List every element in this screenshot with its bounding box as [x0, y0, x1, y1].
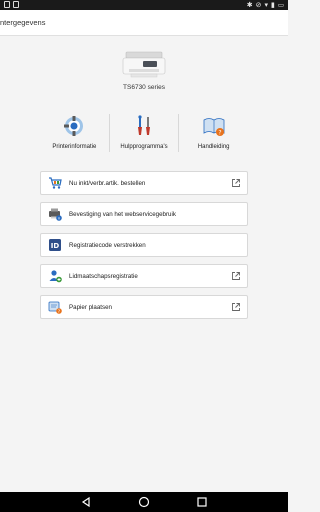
top-navigation: Printerinformatie Hulpprogramma's ? Hand… — [40, 112, 248, 154]
svg-text:?: ? — [218, 129, 221, 136]
load-paper-item[interactable]: ? Papier plaatsen — [40, 295, 248, 319]
external-link-icon — [232, 272, 240, 280]
tools-button[interactable]: Hulpprogramma's — [110, 112, 179, 154]
order-supplies-label: Nu inkt/verbr.artik. bestellen — [69, 179, 146, 187]
manual-icon: ? — [203, 118, 225, 136]
order-supplies-item[interactable]: Nu inkt/verbr.artik. bestellen — [40, 171, 248, 195]
wifi-icon: ▾ — [264, 1, 268, 9]
tools-label: Hulpprogramma's — [120, 144, 168, 150]
system-navigation-bar — [0, 492, 288, 512]
printer-info-icon — [64, 116, 84, 136]
bluetooth-icon: ✱ — [246, 1, 253, 9]
status-bar: ✱ ⊘ ▾ ▮ ▭ — [0, 0, 288, 10]
notification-icon — [4, 1, 10, 8]
mute-icon: ⊘ — [255, 1, 262, 9]
svg-text:ID: ID — [51, 242, 60, 250]
printer-info-button[interactable]: Printerinformatie — [40, 112, 109, 154]
shopping-cart-icon — [49, 177, 62, 189]
registration-code-item[interactable]: ID Registratiecode verstrekken — [40, 233, 248, 257]
paper-icon: ? — [48, 301, 62, 314]
printer-info-label: Printerinformatie — [52, 144, 97, 150]
notification-icon — [13, 1, 19, 8]
recent-apps-icon[interactable] — [196, 496, 208, 508]
registration-code-label: Registratiecode verstrekken — [69, 241, 146, 249]
web-service-confirmation-item[interactable]: Bevestiging van het webservicegebruik — [40, 202, 248, 226]
printer-model-name: TS6730 series — [123, 84, 165, 91]
battery-icon: ▮ — [270, 1, 275, 9]
external-link-icon — [232, 179, 240, 187]
id-icon: ID — [49, 239, 61, 251]
membership-registration-item[interactable]: Lidmaatschapsregistratie — [40, 264, 248, 288]
manual-label: Handleiding — [197, 144, 230, 150]
printer-header: TS6730 series — [0, 44, 288, 94]
load-paper-label: Papier plaatsen — [69, 303, 112, 311]
external-link-icon — [232, 303, 240, 311]
tools-icon — [138, 115, 150, 135]
menu-list: Nu inkt/verbr.artik. bestellen Bevestigi… — [40, 171, 248, 326]
clock: ▭ — [277, 1, 284, 9]
page-title: ntergegevens — [0, 18, 46, 27]
manual-button[interactable]: ? Handleiding — [179, 112, 248, 154]
home-icon[interactable] — [138, 496, 150, 508]
web-service-confirmation-label: Bevestiging van het webservicegebruik — [69, 210, 176, 218]
membership-registration-label: Lidmaatschapsregistratie — [69, 272, 138, 280]
printer-status-icon — [49, 208, 62, 221]
back-icon[interactable] — [80, 496, 92, 508]
app-bar: ntergegevens — [0, 10, 288, 36]
printer-image — [122, 51, 166, 78]
add-member-icon — [49, 270, 62, 283]
